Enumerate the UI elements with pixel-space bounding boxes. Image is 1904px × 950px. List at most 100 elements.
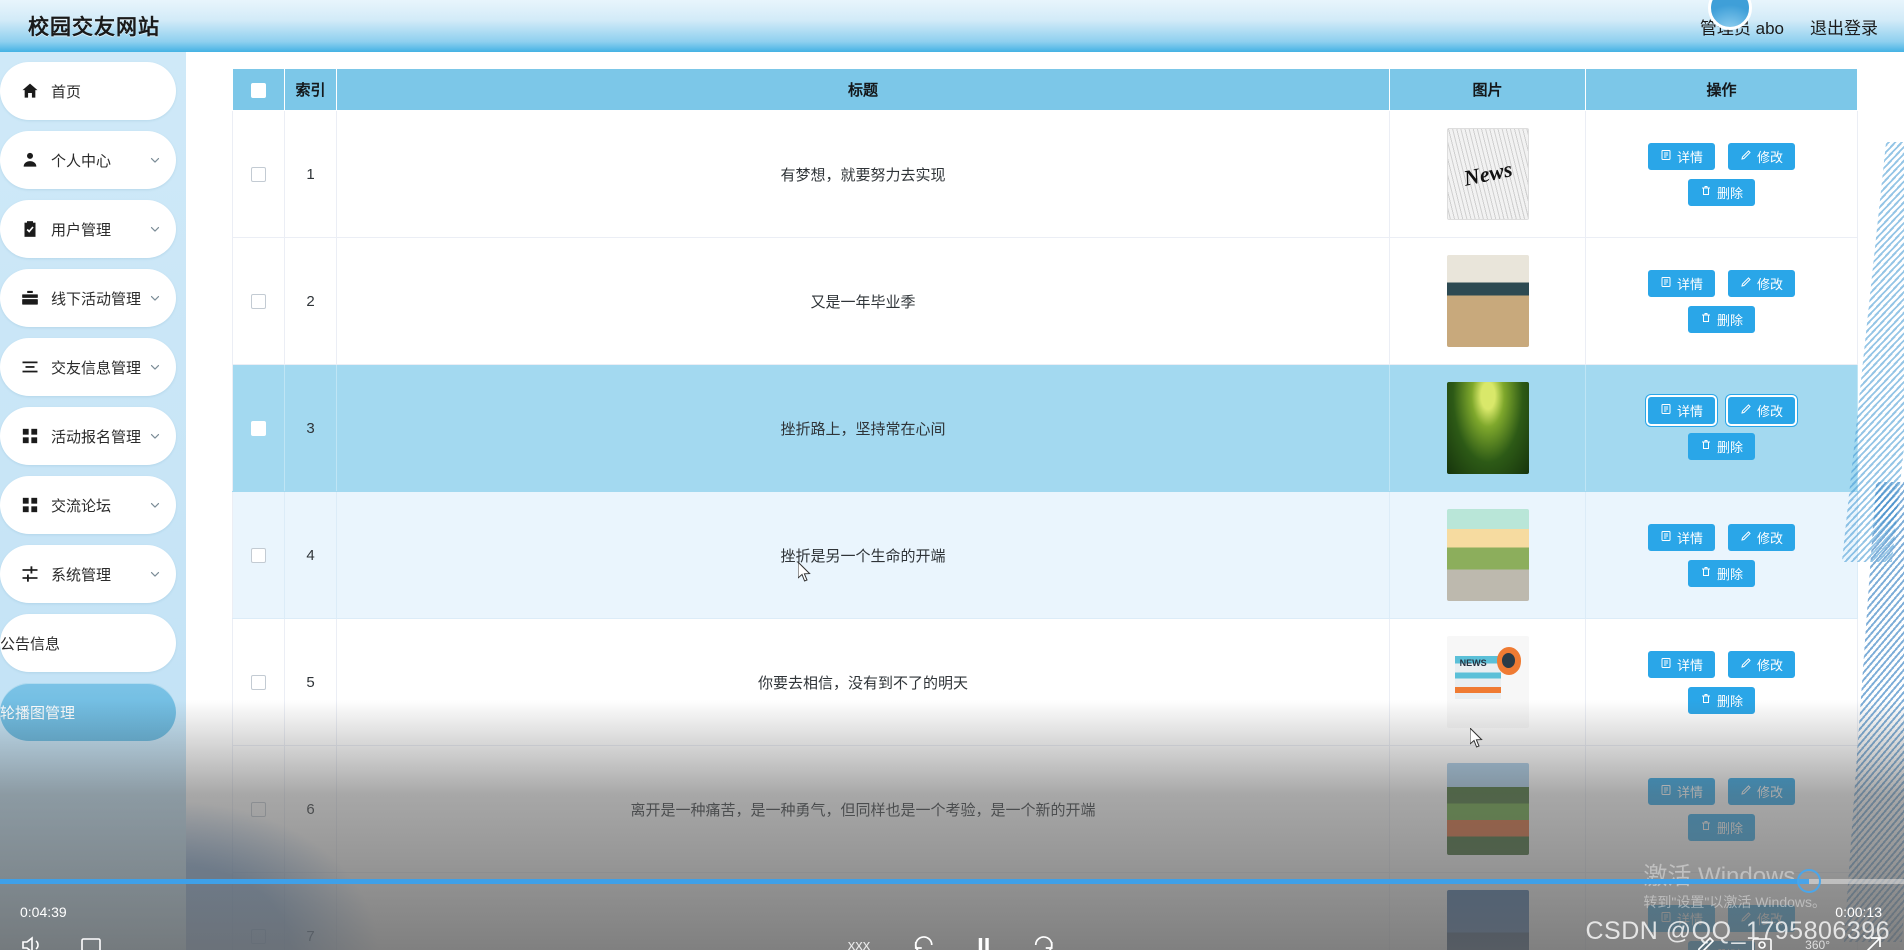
- chevron-down-icon[interactable]: [148, 222, 162, 236]
- screen-fit-icon[interactable]: [78, 932, 104, 950]
- select-all-checkbox[interactable]: [251, 82, 266, 98]
- detail-button[interactable]: 详情: [1647, 269, 1715, 297]
- row-image-cell[interactable]: [1389, 364, 1586, 492]
- table-row[interactable]: 3 挫折路上，坚持常在心间 详情 修改 删除: [232, 364, 1858, 492]
- row-title: 离开是一种痛苦，是一种勇气，但同样也是一个考验，是一个新的开端: [336, 745, 1390, 873]
- sidebar-item-8[interactable]: 公告信息: [0, 614, 176, 672]
- row-checkbox[interactable]: [251, 675, 266, 691]
- sidebar-item-6[interactable]: 交流论坛: [0, 476, 176, 534]
- chevron-down-icon[interactable]: [148, 360, 162, 374]
- volume-icon[interactable]: [18, 932, 44, 950]
- edit-pen-icon[interactable]: [1693, 932, 1719, 950]
- edit-button[interactable]: 修改: [1728, 777, 1796, 805]
- document-icon: [1660, 149, 1672, 164]
- rewind-icon[interactable]: [910, 932, 936, 950]
- row-thumbnail-tower-reflection[interactable]: [1446, 890, 1529, 950]
- detail-button[interactable]: 详情: [1647, 650, 1715, 678]
- sidebar-item-label: 交流论坛: [51, 497, 112, 515]
- edit-button[interactable]: 修改: [1728, 142, 1796, 170]
- sidebar-item-4[interactable]: 交友信息管理: [0, 338, 176, 396]
- table-row[interactable]: 6 离开是一种痛苦，是一种勇气，但同样也是一个考验，是一个新的开端 详情 修改 删除: [232, 745, 1858, 873]
- row-select-cell[interactable]: [232, 618, 285, 746]
- chevron-down-icon[interactable]: [148, 429, 162, 443]
- pencil-icon: [1740, 276, 1752, 291]
- sidebar-item-0[interactable]: 首页: [0, 62, 176, 120]
- pencil-icon: [1740, 530, 1752, 545]
- row-image-cell[interactable]: [1389, 237, 1586, 365]
- row-select-cell[interactable]: [232, 745, 285, 873]
- row-thumbnail-green-campus-path[interactable]: [1446, 382, 1529, 474]
- row-thumbnail-news-paper[interactable]: News: [1446, 128, 1529, 220]
- chevron-down-icon[interactable]: [148, 153, 162, 167]
- sidebar-item-5[interactable]: 活动报名管理: [0, 407, 176, 465]
- sidebar-item-7[interactable]: 系统管理: [0, 545, 176, 603]
- edit-button[interactable]: 修改: [1728, 904, 1796, 932]
- sidebar-item-2[interactable]: 用户管理: [0, 200, 176, 258]
- detail-button[interactable]: 详情: [1647, 142, 1715, 170]
- row-thumbnail-news-illustration[interactable]: NEWS: [1446, 636, 1529, 728]
- delete-button[interactable]: 删除: [1687, 559, 1755, 587]
- screenshot-icon[interactable]: [1749, 932, 1775, 950]
- row-select-cell[interactable]: [232, 364, 285, 492]
- row-image-cell[interactable]: News: [1389, 110, 1586, 238]
- delete-button[interactable]: 删除: [1687, 178, 1755, 206]
- header-right-group: 管理员 abo 退出登录: [1700, 0, 1878, 39]
- top-header: 校园交友网站 管理员 abo 退出登录: [0, 0, 1904, 52]
- edit-button[interactable]: 修改: [1728, 523, 1796, 551]
- sidebar-item-3[interactable]: 线下活动管理: [0, 269, 176, 327]
- edit-button[interactable]: 修改: [1728, 396, 1796, 424]
- row-image-cell[interactable]: [1389, 745, 1586, 873]
- row-index: 2: [284, 237, 337, 365]
- row-index: 4: [284, 491, 337, 619]
- row-image-cell[interactable]: [1389, 491, 1586, 619]
- row-checkbox[interactable]: [251, 167, 266, 183]
- row-checkbox[interactable]: [251, 929, 266, 945]
- sidebar-item-label: 交友信息管理: [51, 359, 142, 377]
- row-thumbnail-campus-sunset-road[interactable]: [1446, 509, 1529, 601]
- chevron-down-icon[interactable]: [148, 567, 162, 581]
- row-checkbox[interactable]: [251, 294, 266, 310]
- row-thumbnail-sports-track[interactable]: [1446, 763, 1529, 855]
- table-row[interactable]: 5 你要去相信，没有到不了的明天 NEWS 详情 修改 删除: [232, 618, 1858, 746]
- row-select-cell[interactable]: [232, 237, 285, 365]
- row-thumbnail-classroom[interactable]: [1446, 255, 1529, 347]
- sidebar-item-label: 线下活动管理: [51, 290, 142, 308]
- logout-button[interactable]: 退出登录: [1810, 14, 1878, 39]
- pause-icon[interactable]: [970, 932, 996, 950]
- row-select-cell[interactable]: [232, 491, 285, 619]
- delete-button[interactable]: 删除: [1687, 305, 1755, 333]
- fullscreen-icon[interactable]: [1860, 932, 1886, 950]
- row-select-cell[interactable]: [232, 872, 285, 950]
- table-row[interactable]: 4 挫折是另一个生命的开端 详情 修改 删除: [232, 491, 1858, 619]
- player-center-controls: xxx: [848, 932, 1057, 950]
- chevron-down-icon[interactable]: [148, 291, 162, 305]
- row-image-cell[interactable]: [1389, 872, 1586, 950]
- player-speed-label[interactable]: xxx: [848, 937, 871, 950]
- row-checkbox[interactable]: [251, 802, 266, 818]
- table-row[interactable]: 2 又是一年毕业季 详情 修改 删除: [232, 237, 1858, 365]
- player-progress-bar[interactable]: [0, 869, 1904, 893]
- row-select-cell[interactable]: [232, 110, 285, 238]
- row-checkbox[interactable]: [251, 548, 266, 564]
- sidebar-item-9[interactable]: 轮播图管理: [0, 683, 176, 741]
- detail-button[interactable]: 详情: [1647, 396, 1715, 424]
- delete-button[interactable]: 删除: [1687, 686, 1755, 714]
- delete-button[interactable]: 删除: [1687, 813, 1755, 841]
- chevron-down-icon[interactable]: [148, 498, 162, 512]
- detail-button[interactable]: 详情: [1647, 904, 1715, 932]
- table-row[interactable]: 1 有梦想，就要努力去实现 News 详情 修改 删除: [232, 110, 1858, 238]
- header-select-all[interactable]: [232, 68, 285, 111]
- sidebar-item-1[interactable]: 个人中心: [0, 131, 176, 189]
- detail-button[interactable]: 详情: [1647, 523, 1715, 551]
- forward-icon[interactable]: [1030, 932, 1056, 950]
- detail-label: 详情: [1676, 657, 1703, 673]
- row-checkbox[interactable]: [251, 421, 266, 437]
- edit-label: 修改: [1757, 149, 1784, 165]
- edit-button[interactable]: 修改: [1728, 650, 1796, 678]
- detail-button[interactable]: 详情: [1647, 777, 1715, 805]
- row-image-cell[interactable]: NEWS: [1389, 618, 1586, 746]
- rotate-label[interactable]: 360°: [1805, 938, 1830, 950]
- player-progress-handle[interactable]: [1796, 869, 1821, 893]
- edit-button[interactable]: 修改: [1728, 269, 1796, 297]
- delete-button[interactable]: 删除: [1687, 432, 1755, 460]
